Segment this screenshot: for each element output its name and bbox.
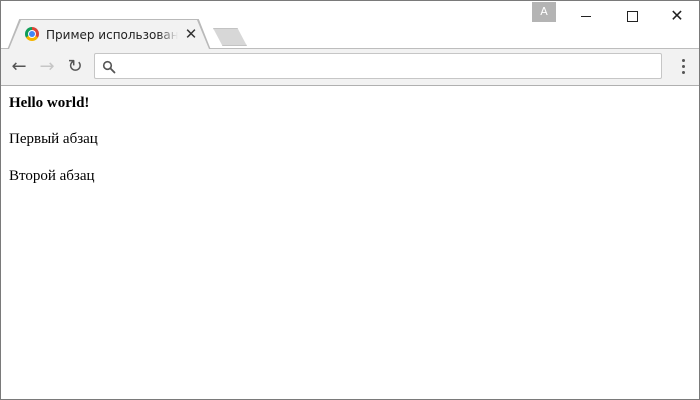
browser-window: Пример использования ✕ A ✕ ← → ↻ Hello w… — [0, 0, 700, 400]
paragraph-first: Первый абзац — [9, 131, 98, 147]
close-window-button[interactable]: ✕ — [654, 3, 699, 29]
tab-title[interactable]: Пример использования — [46, 27, 178, 43]
search-icon — [102, 60, 116, 74]
address-bar[interactable] — [94, 53, 662, 79]
maximize-button[interactable] — [609, 3, 655, 29]
tab-close-icon[interactable]: ✕ — [183, 26, 199, 42]
paragraph-second: Второй абзац — [9, 168, 95, 184]
address-input[interactable] — [123, 56, 657, 78]
more-vertical-icon[interactable] — [673, 56, 693, 78]
maximize-icon — [626, 11, 638, 22]
page-heading: Hello world! — [9, 95, 90, 111]
chrome-favicon-icon — [25, 27, 39, 41]
browser-toolbar: ← → ↻ — [1, 49, 699, 86]
reload-icon[interactable]: ↻ — [63, 55, 87, 79]
minimize-icon — [581, 16, 591, 17]
title-bar: Пример использования ✕ A ✕ — [1, 1, 699, 50]
profile-badge[interactable]: A — [532, 2, 556, 22]
back-arrow-icon[interactable]: ← — [7, 55, 31, 79]
forward-arrow-icon[interactable]: → — [35, 55, 59, 79]
minimize-button[interactable] — [563, 3, 609, 29]
page-content: Hello world! Первый абзац Второй абзац — [1, 86, 699, 399]
new-tab-button[interactable] — [213, 28, 247, 46]
